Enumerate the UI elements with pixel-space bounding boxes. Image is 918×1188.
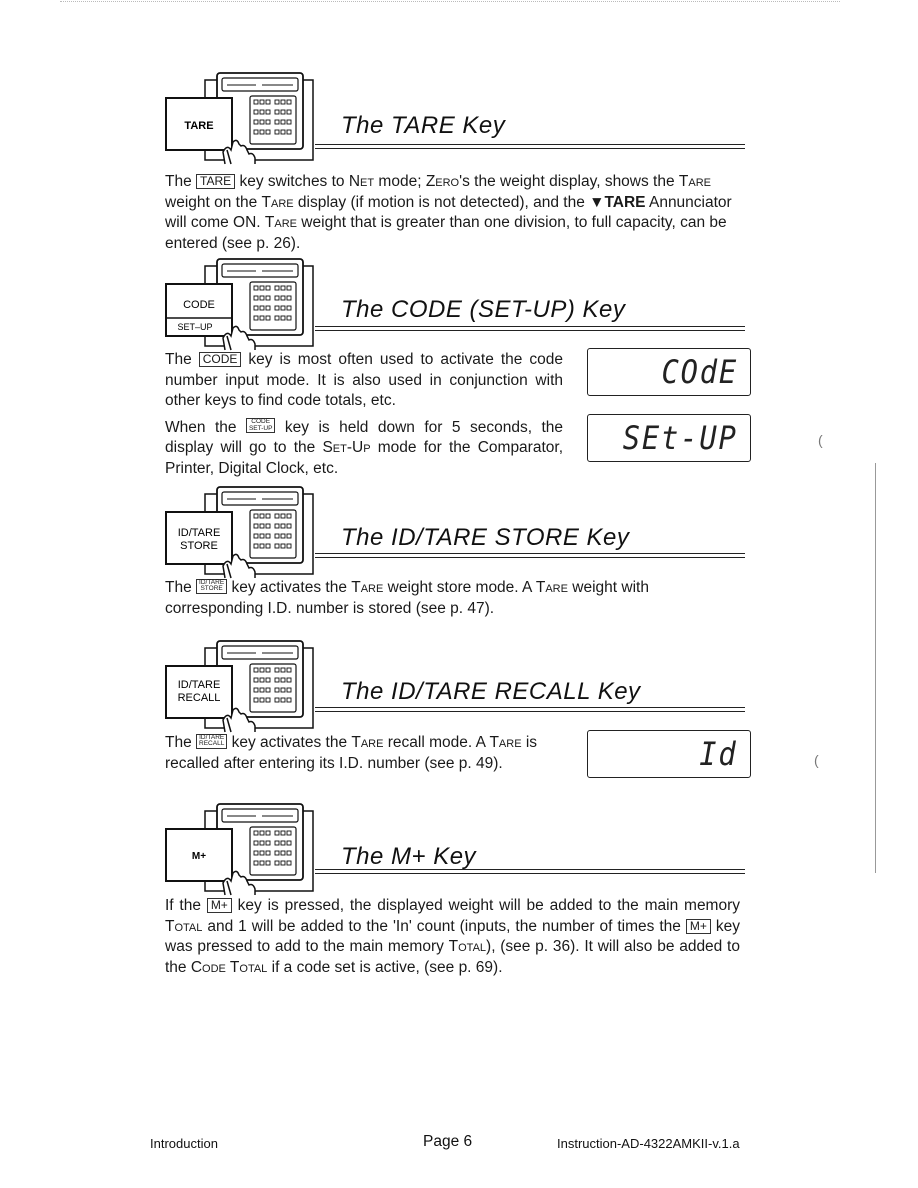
lcd-display-setup: SEt-UP	[587, 414, 751, 462]
key-label: M+	[192, 851, 206, 862]
id-tare-recall-key-illustration: ID/TARE RECALL	[165, 640, 314, 733]
section-tare-key: TARE The TARE Key The TARE key switches …	[165, 72, 745, 254]
section-title: The CODE (SET-UP) Key	[341, 296, 626, 323]
margin-mark: (	[814, 752, 819, 768]
tare-key-glyph: TARE	[196, 174, 236, 189]
key-label: ID/TARE	[178, 527, 221, 539]
title-rule	[315, 144, 745, 149]
key-label: CODE	[183, 299, 215, 311]
key-label: RECALL	[178, 692, 221, 704]
footer-page-number: Page 6	[423, 1133, 473, 1150]
tare-annunciator: ▼TARE	[589, 193, 646, 211]
section-id-tare-recall-key: ID/TARE RECALL The ID/TARE RECALL Key Th…	[165, 640, 751, 778]
title-rule	[315, 553, 745, 558]
section-title: The M+ Key	[341, 843, 477, 870]
paragraph: The CODE key is most often used to activ…	[165, 351, 564, 409]
paragraph: If the M+ key is pressed, the displayed …	[165, 897, 741, 976]
title-rule	[315, 869, 745, 874]
footer-document-id: Instruction-AD-4322AMKII-v.1.a	[557, 1136, 740, 1151]
scan-edge-dots	[60, 1, 840, 3]
lcd-display-code: CОdE	[587, 348, 751, 396]
tare-key-illustration: TARE	[165, 72, 314, 165]
key-label: ID/TARE	[178, 679, 221, 691]
key-sublabel: SET–UP	[177, 322, 212, 332]
id-tare-store-key-illustration: ID/TARE STORE	[165, 486, 314, 579]
title-rule	[315, 707, 745, 712]
paragraph: The TARE key switches to Net mode; Zero'…	[165, 173, 732, 252]
key-label: STORE	[180, 540, 218, 552]
code-key-illustration: CODE SET–UP	[165, 258, 314, 351]
section-title: The TARE Key	[341, 112, 506, 139]
title-rule	[315, 326, 745, 331]
display-readout: CОdE	[661, 353, 738, 391]
section-title: The ID/TARE RECALL Key	[341, 678, 641, 705]
m-plus-key-glyph: M+	[685, 918, 711, 934]
display-readout: SEt-UP	[623, 419, 738, 457]
lcd-display-id: Id	[587, 730, 751, 778]
section-id-tare-store-key: ID/TARE STORE The ID/TARE STORE Key The …	[165, 486, 745, 619]
key-label: TARE	[184, 120, 213, 132]
m-plus-key-illustration: M+	[165, 803, 314, 896]
paragraph: When the CODE SET-UP key is held down for…	[165, 418, 564, 477]
section-m-plus-key: M+ The M+ Key If the M+ key is pressed, …	[165, 803, 745, 978]
section-code-key: CODE SET–UP The CODE (SET-UP) Key The CO…	[165, 258, 751, 479]
section-title: The ID/TARE STORE Key	[341, 524, 630, 551]
code-setup-key-glyph: CODE SET-UP	[245, 418, 276, 433]
display-readout: Id	[699, 735, 738, 773]
margin-rule	[875, 463, 876, 873]
margin-mark: (	[818, 432, 823, 448]
footer-section-name: Introduction	[150, 1136, 218, 1151]
